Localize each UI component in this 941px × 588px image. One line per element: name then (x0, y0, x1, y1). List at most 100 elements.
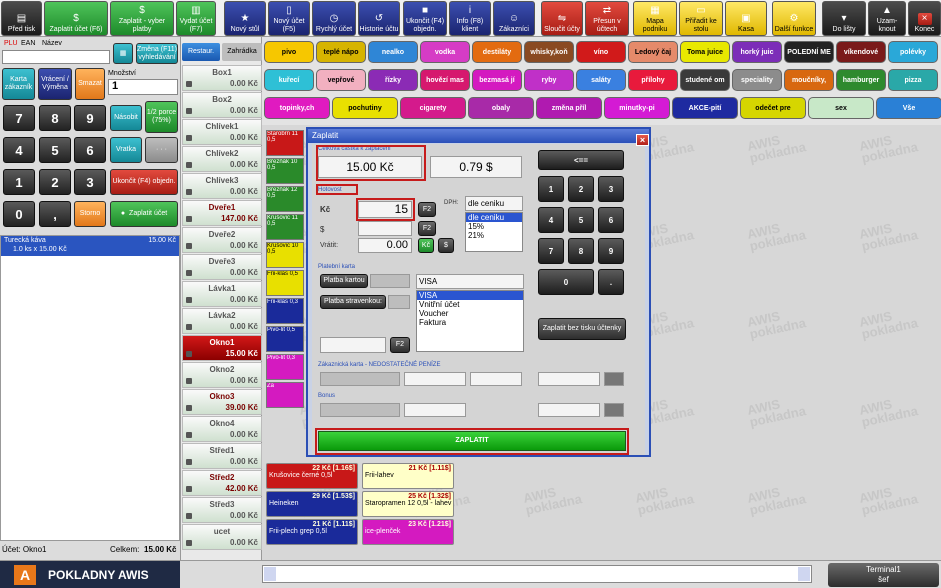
card-option[interactable]: VISA (417, 291, 523, 300)
customer-card-button[interactable]: Karta zákazník (2, 68, 35, 100)
bill-history-button[interactable]: ↺ Historie účtu (358, 1, 400, 36)
client-info-button[interactable]: i Info (F8) klient (449, 1, 491, 36)
more-dots-button[interactable]: · · · (145, 137, 178, 163)
pay-bill-button[interactable]: $ Zaplatit účet (F6) (44, 1, 108, 36)
cash-register-button[interactable]: ▣ Kasa (725, 1, 767, 36)
product-button[interactable]: Frii-klas 0,3 (266, 298, 304, 324)
dlg-key-5[interactable]: 5 (568, 207, 594, 233)
table-button[interactable]: Box1 0.00 Kč (182, 65, 262, 91)
key-0[interactable]: 0 (3, 201, 35, 227)
category-button[interactable]: speciality (732, 69, 782, 91)
pre-print-button[interactable]: ▤ Před tisk (1, 1, 42, 36)
pay-bill-left-button[interactable]: ● Zaplatit účet (110, 201, 178, 227)
category-button[interactable]: topinky,ch (264, 97, 330, 119)
product-button[interactable]: ice-plenček 23 Kč [1.21$] (362, 519, 454, 545)
search-input[interactable] (2, 50, 110, 64)
f2-button-voucher[interactable]: F2 (390, 337, 410, 353)
merge-bills-button[interactable]: ⇋ Sloučit účty (541, 1, 583, 36)
product-button[interactable]: Za (266, 382, 304, 408)
dlg-key-1[interactable]: 1 (538, 176, 564, 202)
key-8[interactable]: 8 (39, 105, 71, 131)
category-button[interactable]: Ledový čaj (628, 41, 678, 63)
f2-button-czk[interactable]: F2 (418, 202, 436, 217)
vat-option[interactable]: dle ceniku (466, 213, 522, 222)
quick-bill-button[interactable]: ◷ Rychlý účet (312, 1, 356, 36)
product-button[interactable]: Pivo-lit 0,5 (266, 326, 304, 352)
dlg-key-7[interactable]: 7 (538, 238, 564, 264)
keyboard-button[interactable]: ▦ (113, 43, 133, 64)
order-list[interactable]: Turecká káva 15.00 Kč 1.0 ks x 15.00 Kč (0, 235, 180, 541)
ean-tab[interactable]: EAN (21, 40, 35, 47)
vat-list[interactable]: dle ceniku 15% 21% (465, 212, 523, 252)
vat-option[interactable]: 15% (466, 222, 522, 231)
key-2[interactable]: 2 (39, 169, 71, 195)
bonus-button[interactable] (604, 403, 624, 417)
end-order-left-button[interactable]: Ukončit (F4) objedn. (110, 169, 178, 195)
tab-garden[interactable]: Zahrádka (222, 43, 262, 61)
tab-restaurant[interactable]: Restaur. (182, 43, 220, 61)
category-button[interactable]: pivo (264, 41, 314, 63)
czk-currency-button[interactable]: Kč (418, 238, 434, 253)
voucher-amount-field[interactable] (388, 295, 410, 309)
exit-button[interactable]: × Konec (908, 1, 941, 36)
product-button[interactable]: Frii-plech grep 0,5l 21 Kč [1.11$] (266, 519, 358, 545)
product-button[interactable]: Krušovic 11 0,5 (266, 214, 304, 240)
dlg-key-4[interactable]: 4 (538, 207, 564, 233)
table-button[interactable]: ucet 0.00 Kč (182, 524, 262, 550)
category-button[interactable]: studené om (680, 69, 730, 91)
category-button[interactable]: sex (808, 97, 874, 119)
table-button[interactable]: Okno1 15.00 Kč (182, 335, 262, 361)
table-button[interactable]: Okno4 0.00 Kč (182, 416, 262, 442)
half-portion-button[interactable]: 1/2 porce (75%) (145, 101, 178, 133)
table-button[interactable]: Střed2 42.00 Kč (182, 470, 262, 496)
return-exchange-button[interactable]: Vrácení / Výměna (38, 68, 72, 100)
terminal-user-button[interactable]: Terminal1 šef (828, 563, 939, 587)
table-button[interactable]: Okno2 0.00 Kč (182, 362, 262, 388)
new-bill-button[interactable]: ▯ Nový účet (F5) (268, 1, 310, 36)
dlg-key-3[interactable]: 3 (598, 176, 624, 202)
category-button[interactable]: saláty (576, 69, 626, 91)
move-bills-button[interactable]: ⇄ Přesun v účtech (585, 1, 629, 36)
table-button[interactable]: Chlívek1 0.00 Kč (182, 119, 262, 145)
card-option[interactable]: Vnitřní účet (417, 300, 523, 309)
table-button[interactable]: Střed3 0.00 Kč (182, 497, 262, 523)
dialog-close-button[interactable]: × (636, 134, 649, 146)
key-comma[interactable]: , (39, 201, 71, 227)
category-button[interactable]: teplé nápo (316, 41, 366, 63)
card-amount-field[interactable] (370, 274, 410, 288)
table-button[interactable]: Box2 0.00 Kč (182, 92, 262, 118)
refund-button[interactable]: Vratka (110, 137, 142, 163)
venue-map-button[interactable]: ▦ Mapa podniku (633, 1, 677, 36)
table-button[interactable]: Dveře3 0.00 Kč (182, 254, 262, 280)
new-table-button[interactable]: ★ Nový stůl (224, 1, 266, 36)
card-type-list[interactable]: VISA Vnitřní účet Voucher Faktura (416, 290, 524, 352)
dlg-key-6[interactable]: 6 (598, 207, 624, 233)
category-button[interactable]: AKCE-pití (672, 97, 738, 119)
dlg-key-8[interactable]: 8 (568, 238, 594, 264)
pay-by-voucher-button[interactable]: Platba stravenkou: (320, 295, 386, 309)
card-option[interactable]: Faktura (417, 318, 523, 327)
dlg-key-9[interactable]: 9 (598, 238, 624, 264)
table-button[interactable]: Lávka2 0.00 Kč (182, 308, 262, 334)
plu-tab[interactable]: PLU (4, 40, 18, 47)
product-button[interactable]: Heineken 29 Kč [1.53$] (266, 491, 358, 517)
table-button[interactable]: Dveře1 147.00 Kč (182, 200, 262, 226)
issue-bill-button[interactable]: ▥ Vydat účet (F7) (176, 1, 216, 36)
quantity-field[interactable]: 1 (108, 79, 178, 95)
cash-usd-input[interactable] (358, 221, 412, 236)
category-button[interactable]: řízky (368, 69, 418, 91)
category-button[interactable]: hovězí mas (420, 69, 470, 91)
product-button[interactable]: Starobrn 11 0,5 (266, 130, 304, 156)
table-button[interactable]: Okno3 39.00 Kč (182, 389, 262, 415)
category-button[interactable]: pochutiny (332, 97, 398, 119)
product-button[interactable]: Krušovice černé 0,5l 22 Kč [1.16$] (266, 463, 358, 489)
category-button[interactable]: odečet pre (740, 97, 806, 119)
category-button[interactable]: destiláty (472, 41, 522, 63)
table-button[interactable]: Dveře2 0.00 Kč (182, 227, 262, 253)
product-button[interactable]: Krušovic 10 0,5 (266, 242, 304, 268)
category-button[interactable]: víkendové (836, 41, 886, 63)
to-taskbar-button[interactable]: ▾ Do lišty (822, 1, 866, 36)
key-6[interactable]: 6 (74, 137, 106, 163)
scroll-right-arrow[interactable] (798, 567, 810, 581)
key-5[interactable]: 5 (39, 137, 71, 163)
